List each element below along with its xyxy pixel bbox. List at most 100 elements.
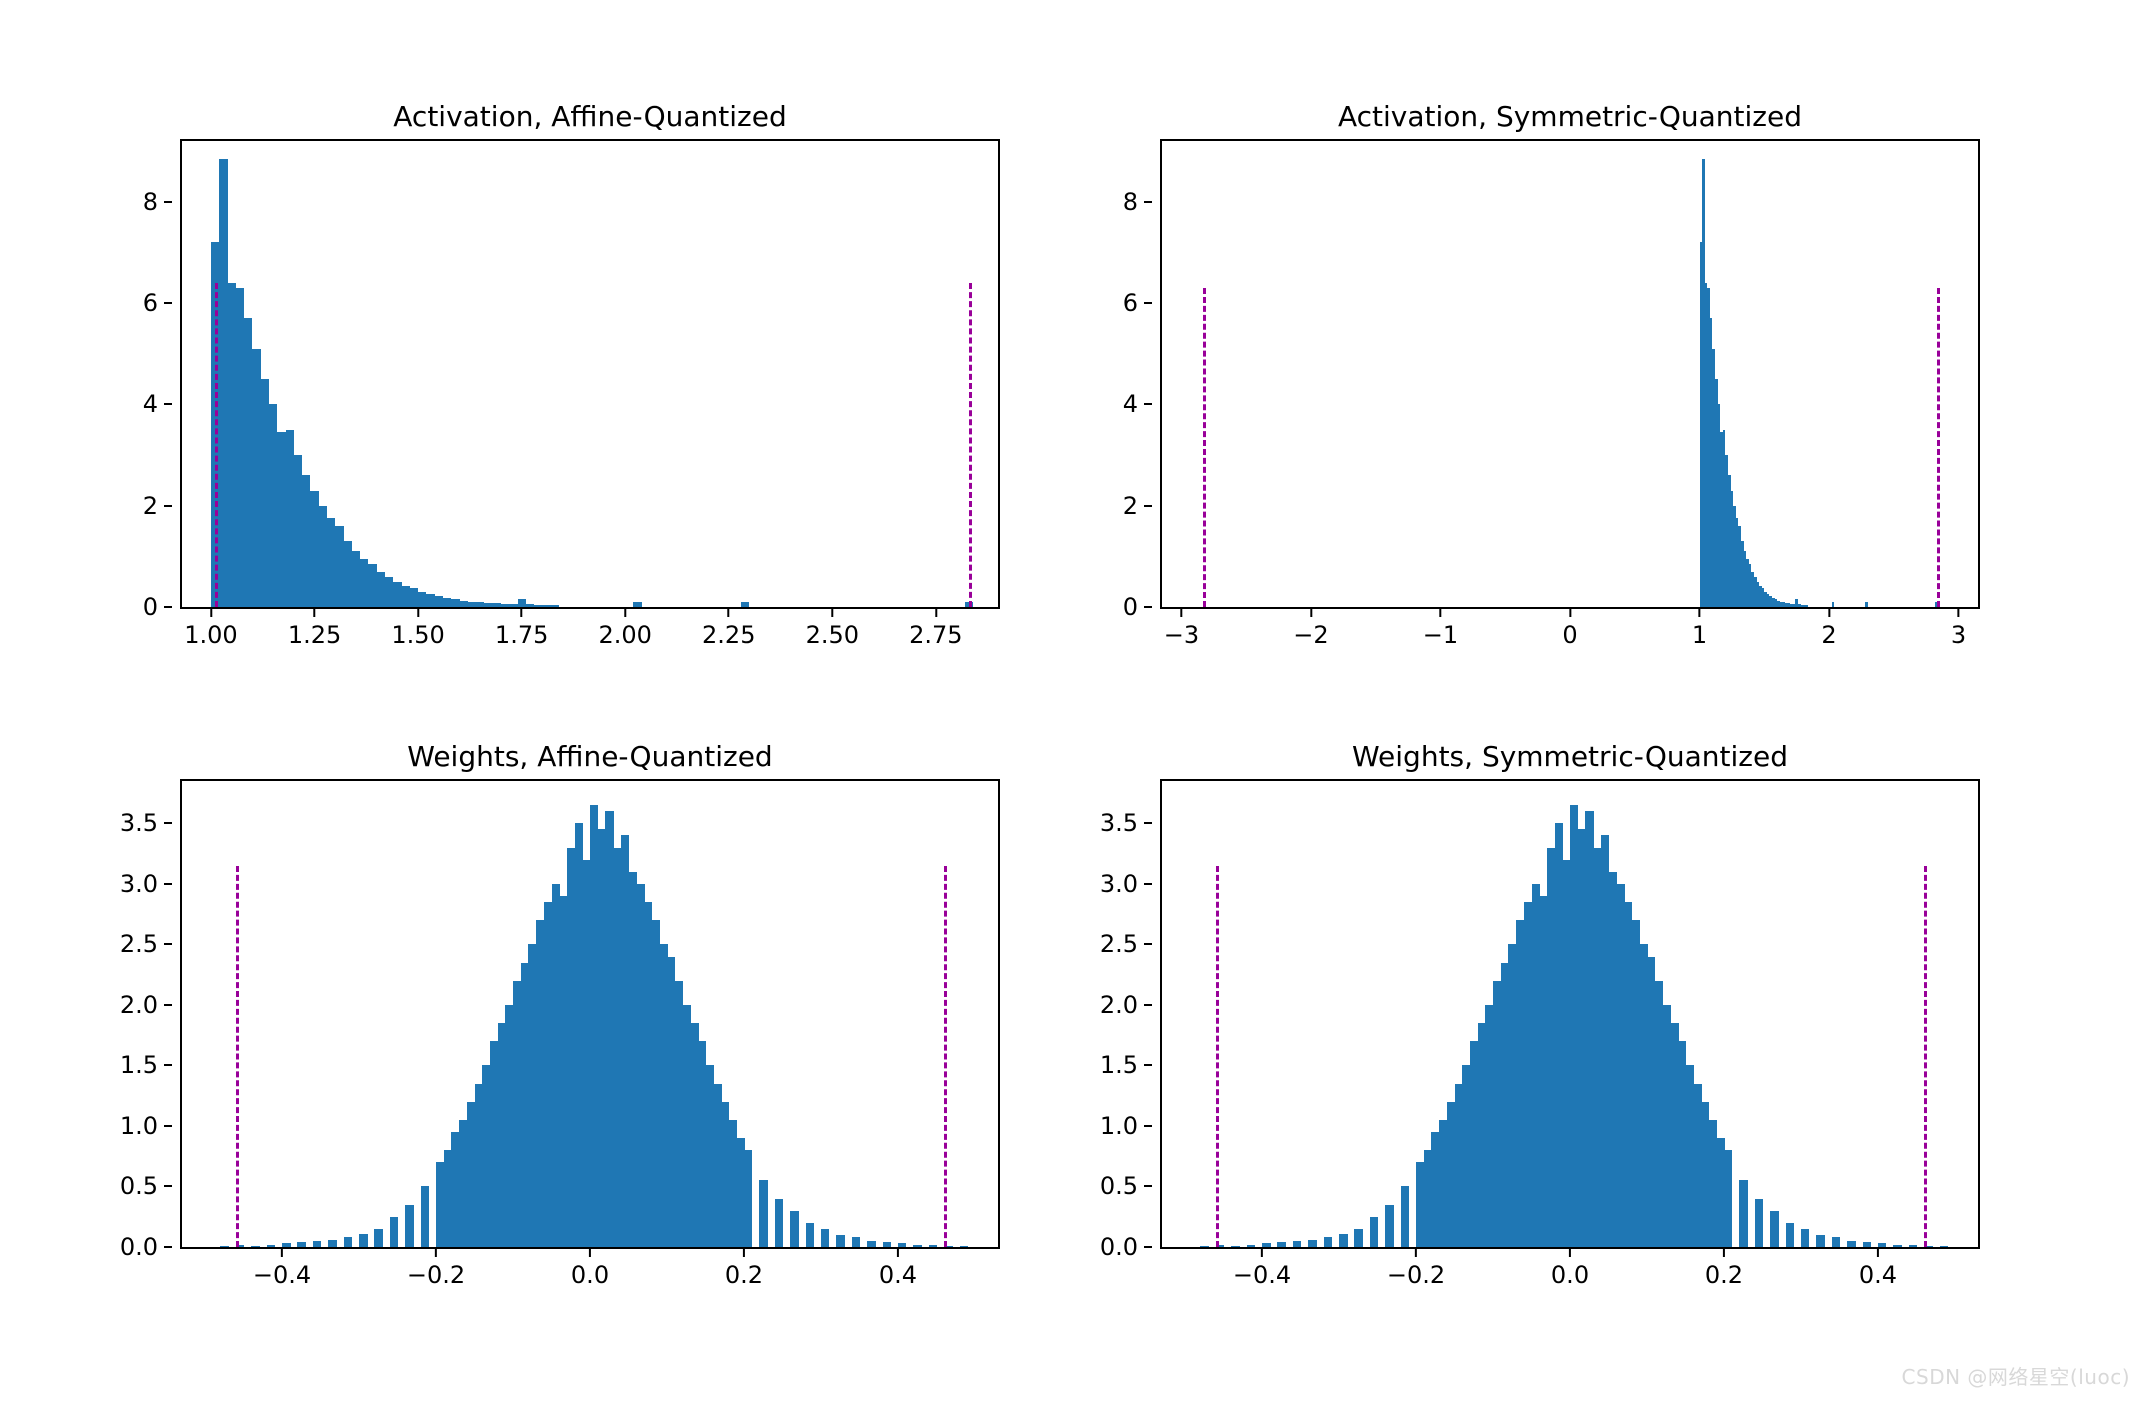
panel-activation-symmetric: Activation, Symmetric-Quantized 02468 −3… (1120, 100, 2020, 660)
y-axis: 0.00.51.01.52.02.53.03.5 (112, 781, 172, 1247)
x-tick-label: 2.75 (909, 621, 962, 649)
y-tick-label: 2.5 (1098, 930, 1138, 958)
panel-activation-affine: Activation, Affine-Quantized 02468 1.001… (140, 100, 1040, 660)
histogram-bar (327, 518, 335, 607)
y-tick: 2.0 (118, 991, 172, 1019)
histogram-bar (261, 379, 269, 607)
histogram-bar (294, 455, 302, 607)
x-tick-label: 0.0 (571, 1261, 609, 1289)
histogram-bar (402, 586, 410, 607)
y-tick: 3.0 (118, 870, 172, 898)
y-tick: 3.5 (118, 809, 172, 837)
histogram-bar (286, 430, 294, 607)
histogram-bar (1247, 1245, 1255, 1247)
histogram-bar (484, 603, 492, 607)
y-tick: 0.5 (118, 1172, 172, 1200)
histogram-bar (393, 582, 401, 607)
y-tick-label: 0.0 (1098, 1233, 1138, 1261)
x-tick: 1.75 (495, 609, 548, 649)
y-tick-label: 1.5 (118, 1051, 158, 1079)
histogram-bars (1162, 781, 1978, 1247)
x-tick-label: 1.75 (495, 621, 548, 649)
x-tick-label: −2 (1293, 621, 1328, 649)
quantization-bound-line (215, 283, 218, 607)
x-tick-label: 0.2 (1705, 1261, 1743, 1289)
x-tick: 1 (1692, 609, 1707, 649)
histogram-bar (267, 1245, 275, 1247)
histogram-bar (1832, 1237, 1840, 1247)
quantization-bound-line (1216, 866, 1219, 1247)
y-tick-label: 3.0 (118, 870, 158, 898)
watermark-text: CSDN @网络星空(luoc) (1902, 1361, 2130, 1390)
panel-weights-affine: Weights, Affine-Quantized 0.00.51.01.52.… (140, 740, 1040, 1300)
histogram-bar (526, 604, 534, 607)
histogram-bar (277, 432, 285, 607)
x-tick: −1 (1423, 609, 1458, 649)
histogram-bar (1739, 1180, 1747, 1247)
y-tick: 1.0 (1098, 1112, 1152, 1140)
y-tick: 0 (118, 593, 172, 621)
x-tick: 2.25 (702, 609, 755, 649)
histogram-bar (1724, 1150, 1732, 1247)
x-tick-label: 1.50 (391, 621, 444, 649)
histogram-bars (1162, 141, 1978, 607)
histogram-bar (929, 1245, 937, 1247)
histogram-bar (1893, 1245, 1901, 1247)
histogram-bar (468, 602, 476, 607)
histogram-bar (405, 1205, 413, 1247)
histogram-bars (182, 781, 998, 1247)
histogram-bar (493, 603, 501, 607)
x-tick: 1.25 (288, 609, 341, 649)
x-tick: −0.2 (1387, 1249, 1445, 1289)
y-tick-label: 1.0 (1098, 1112, 1138, 1140)
y-tick-label: 6 (1098, 289, 1138, 317)
y-tick-label: 2 (1098, 492, 1138, 520)
histogram-bar (476, 602, 484, 607)
histogram-bar (269, 404, 277, 607)
histogram-bar (806, 1223, 814, 1247)
histogram-bar (1370, 1217, 1378, 1247)
x-tick-label: 0.4 (879, 1261, 917, 1289)
y-tick-label: 6 (118, 289, 158, 317)
histogram-bar (220, 1246, 228, 1247)
histogram-bar (1277, 1242, 1285, 1247)
histogram-bar (1865, 602, 1868, 607)
histogram-bar (1262, 1243, 1270, 1247)
x-tick: −0.4 (1233, 1249, 1291, 1289)
x-tick: 0.4 (1859, 1249, 1897, 1289)
y-axis: 02468 (112, 141, 172, 607)
x-tick-label: −1 (1423, 621, 1458, 649)
x-tick-label: 1.00 (184, 621, 237, 649)
histogram-bar (509, 604, 517, 607)
histogram-bar (1339, 1234, 1347, 1247)
histogram-bar (313, 1241, 321, 1247)
histogram-bar (534, 605, 542, 607)
quantization-bound-line (969, 283, 972, 607)
y-tick: 2.0 (1098, 991, 1152, 1019)
y-tick: 4 (1098, 390, 1152, 418)
x-tick: 0.0 (571, 1249, 609, 1289)
histogram-bar (1816, 1235, 1824, 1247)
y-tick: 2 (1098, 492, 1152, 520)
histogram-bar (360, 559, 368, 607)
histogram-bar (426, 594, 434, 607)
y-tick: 0.0 (1098, 1233, 1152, 1261)
histogram-bar (251, 1246, 259, 1247)
histogram-bar (418, 592, 426, 607)
histogram-bar (421, 1186, 429, 1247)
histogram-bar (836, 1235, 844, 1247)
y-tick-label: 8 (118, 188, 158, 216)
y-tick-label: 0 (118, 593, 158, 621)
histogram-bar (821, 1229, 829, 1247)
x-tick-label: 2.25 (702, 621, 755, 649)
histogram-bar (518, 599, 526, 607)
x-tick-label: −0.2 (1387, 1261, 1445, 1289)
histogram-bar (244, 318, 252, 607)
histogram-bar (443, 598, 451, 607)
histogram-bar (1847, 1241, 1855, 1247)
histogram-bar (435, 596, 443, 607)
histogram-bar (1293, 1241, 1301, 1247)
histogram-bar (344, 1237, 352, 1247)
y-tick: 8 (1098, 188, 1152, 216)
histogram-bar (1832, 602, 1835, 607)
